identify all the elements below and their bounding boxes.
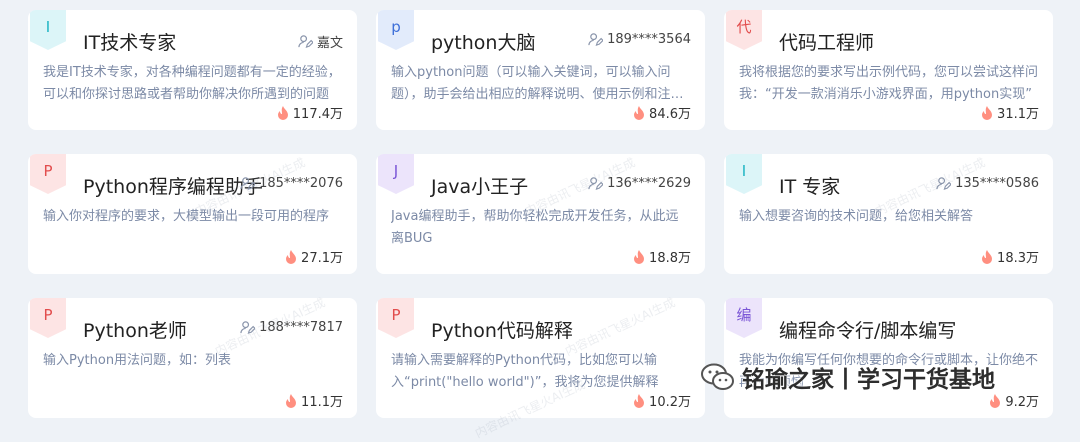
usage-count-value: 18.3万 [997,251,1039,266]
user-edit-icon [240,321,256,335]
assistant-badge: P [378,298,414,338]
usage-count: 9.2万 [989,391,1039,410]
fire-icon [982,105,993,120]
user-edit-icon [936,177,952,191]
fire-icon [990,393,1001,408]
assistant-badge: I [726,154,762,194]
assistant-badge: J [378,154,414,194]
usage-count: 84.6万 [633,103,691,122]
assistant-description: Java编程助手，帮助你轻松完成开发任务，从此远离BUG [391,209,679,246]
assistant-card[interactable]: I IT 专家 135****0586 输入想要咨询的技术问题，给您相关解答 1… [724,154,1053,274]
usage-count: 18.8万 [633,247,691,266]
assistant-card[interactable]: I IT技术专家 嘉文 我是IT技术专家，对各种编程问题都有一定的经验，可以和你… [28,10,357,130]
author-name: 136****2629 [607,176,691,191]
user-edit-icon [588,33,604,47]
assistant-author: 185****2076 [240,176,343,191]
assistant-description: 我是IT技术专家，对各种编程问题都有一定的经验，可以和你探讨思路或者帮助你解决你… [43,65,341,102]
usage-count: 18.3万 [981,247,1039,266]
assistant-author: 189****3564 [588,32,691,47]
assistant-author: 嘉文 [298,32,343,51]
fire-icon [634,249,645,264]
author-name: 188****7817 [259,320,343,335]
assistant-card[interactable]: P Python程序编程助手 185****2076 输入你对程序的要求，大模型… [28,154,357,274]
fire-icon [634,393,645,408]
author-name: 185****2076 [259,176,343,191]
usage-count: 11.1万 [285,391,343,410]
assistant-card[interactable]: 代 代码工程师 我将根据您的要求写出示例代码，您可以尝试这样问我：“开发一款消消… [724,10,1053,130]
assistant-title: Python代码解释 [431,320,573,342]
assistant-title: 代码工程师 [779,32,875,54]
assistant-card[interactable]: p python大脑 189****3564 输入python问题（可以输入关键… [376,10,705,130]
assistant-description: 输入你对程序的要求，大模型输出一段可用的程序 [43,209,330,224]
usage-count-value: 10.2万 [649,395,691,410]
assistant-badge: 代 [726,10,762,50]
fire-icon [634,105,645,120]
author-name: 189****3564 [607,32,691,47]
assistant-description: 输入想要咨询的技术问题，给您相关解答 [739,209,974,224]
fire-icon [286,249,297,264]
usage-count-value: 27.1万 [301,251,343,266]
assistant-title: 编程命令行/脚本编写 [779,320,957,342]
author-name: 嘉文 [316,36,343,51]
assistant-title: IT 专家 [779,176,841,198]
usage-count: 31.1万 [981,103,1039,122]
fire-icon [277,105,288,120]
assistant-author: 188****7817 [240,320,343,335]
assistant-author: 135****0586 [936,176,1039,191]
assistant-title: python大脑 [431,32,536,54]
user-edit-icon [588,177,604,191]
usage-count: 27.1万 [285,247,343,266]
user-edit-icon [240,177,256,191]
fire-icon [982,249,993,264]
usage-count-value: 117.4万 [292,107,343,122]
assistant-title: Python程序编程助手 [83,176,263,198]
assistant-card-grid: I IT技术专家 嘉文 我是IT技术专家，对各种编程问题都有一定的经验，可以和你… [28,10,1053,418]
usage-count-value: 31.1万 [997,107,1039,122]
usage-count-value: 11.1万 [301,395,343,410]
assistant-title: IT技术专家 [83,32,177,54]
assistant-card[interactable]: P Python老师 188****7817 输入Python用法问题，如：列表… [28,298,357,418]
assistant-title: Java小王子 [431,176,529,198]
assistant-description: 请输入需要解释的Python代码，比如您可以输入“print("hello wo… [391,353,659,390]
assistant-badge: p [378,10,414,50]
wechat-icon [701,363,734,390]
assistant-description: 输入Python用法问题，如：列表 [43,353,232,368]
assistant-description: 我将根据您的要求写出示例代码，您可以尝试这样问我：“开发一款消消乐小游戏界面，用… [739,65,1039,102]
usage-count: 117.4万 [277,103,343,122]
assistant-author: 136****2629 [588,176,691,191]
fire-icon [286,393,297,408]
assistant-badge: 编 [726,298,762,338]
assistant-badge: P [30,298,66,338]
user-edit-icon [298,35,313,49]
usage-count: 10.2万 [633,391,691,410]
wechat-watermark: 铭瑜之家丨学习干货基地 [700,360,995,394]
assistant-description: 输入python问题（可以输入关键词，可以输入问题），助手会给出相应的解释说明、… [391,65,684,102]
assistant-badge: I [30,10,66,50]
usage-count-value: 18.8万 [649,251,691,266]
assistant-card[interactable]: 编 编程命令行/脚本编写 我能为你编写任何你想要的命令行或脚本，让你绝不再为此烦… [724,298,1053,418]
assistant-badge: P [30,154,66,194]
assistant-title: Python老师 [83,320,187,342]
author-name: 135****0586 [955,176,1039,191]
assistant-card[interactable]: P Python代码解释 请输入需要解释的Python代码，比如您可以输入“pr… [376,298,705,418]
usage-count-value: 84.6万 [649,107,691,122]
assistant-card[interactable]: J Java小王子 136****2629 Java编程助手，帮助你轻松完成开发… [376,154,705,274]
watermark-text: 铭瑜之家丨学习干货基地 [742,367,995,393]
usage-count-value: 9.2万 [1005,395,1039,410]
